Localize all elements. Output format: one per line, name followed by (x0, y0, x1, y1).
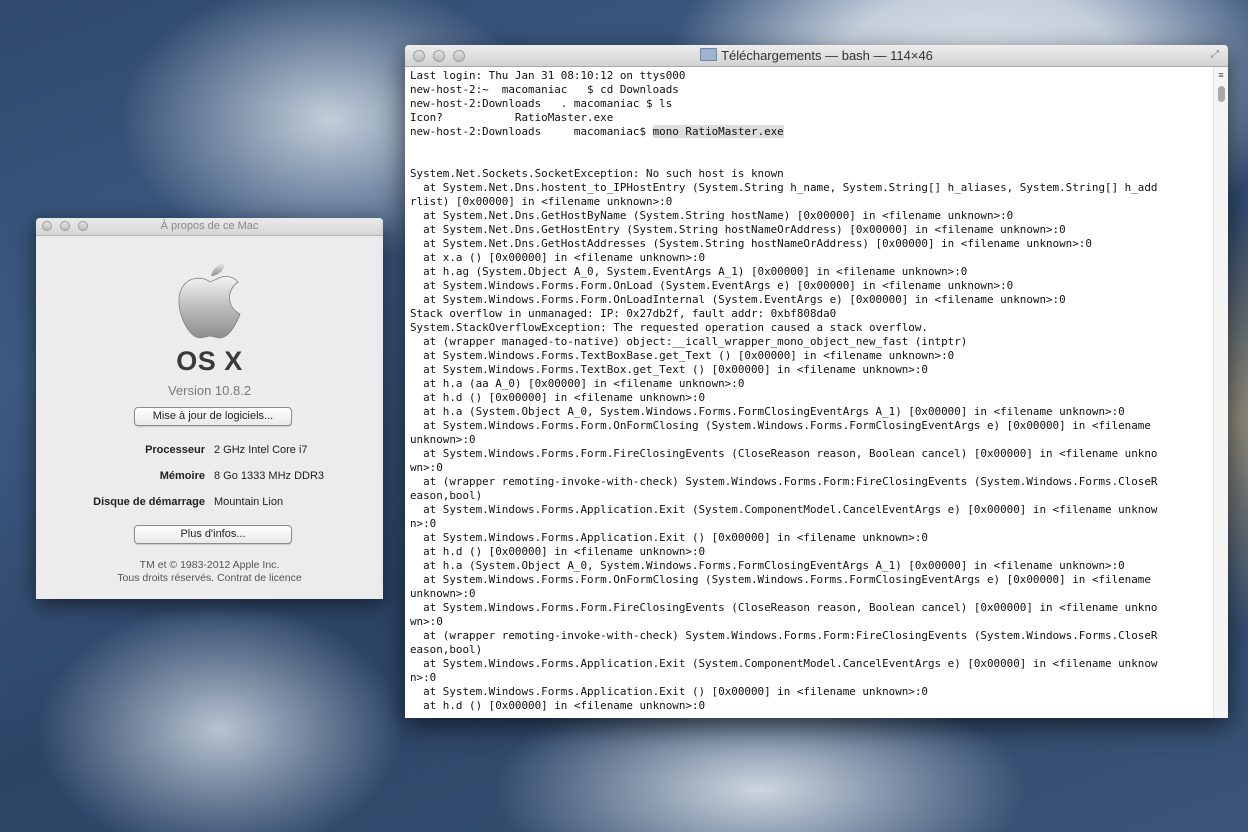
terminal-line: System.StackOverflowException: The reque… (410, 321, 928, 334)
terminal-line: at System.Windows.Forms.Form.OnLoadInter… (410, 293, 1066, 306)
terminal-line: at System.Windows.Forms.Application.Exit… (410, 657, 1158, 670)
about-titlebar[interactable]: À propos de ce Mac (36, 218, 383, 236)
apple-logo-icon (178, 262, 241, 339)
terminal-line: at h.ag (System.Object A_0, System.Event… (410, 265, 968, 278)
software-update-button[interactable]: Mise à jour de logiciels... (134, 407, 292, 426)
terminal-line: unknown>:0 (410, 587, 476, 600)
terminal-line: at System.Windows.Forms.Application.Exit… (410, 531, 928, 544)
terminal-line: at h.a (System.Object A_0, System.Window… (410, 405, 1125, 418)
prompt-lines: Last login: Thu Jan 31 08:10:12 on ttys0… (410, 69, 1210, 125)
terminal-line: Stack overflow in unmanaged: IP: 0x27db2… (410, 307, 837, 320)
spec-value: 8 Go 1333 MHz DDR3 (214, 470, 325, 482)
more-info-button[interactable]: Plus d'infos... (134, 525, 292, 544)
typed-command: mono RatioMaster.exe (652, 125, 784, 138)
terminal-line: new-host-2:~ macomaniac $ cd Downloads (410, 83, 679, 96)
spec-label: Disque de démarrage (93, 496, 205, 508)
terminal-line: at System.Windows.Forms.Application.Exit… (410, 685, 928, 698)
spec-label: Mémoire (159, 470, 205, 482)
terminal-line: eason,bool) (410, 643, 483, 656)
terminal-line: at h.a (System.Object A_0, System.Window… (410, 559, 1125, 572)
terminal-line: at System.Windows.Forms.Application.Exit… (410, 503, 1158, 516)
spec-value: 2 GHz Intel Core i7 (214, 444, 308, 456)
scrollbar-thumb[interactable] (1218, 86, 1225, 102)
terminal-line: at (wrapper remoting-invoke-with-check) … (410, 475, 1158, 488)
terminal-line: System.Net.Sockets.SocketException: No s… (410, 167, 784, 180)
command-line: new-host-2:Downloads macomaniac$ mono Ra… (410, 125, 1210, 139)
terminal-window: Téléchargements — bash — 114×46 ⤢ Last l… (405, 45, 1228, 718)
terminal-line: rlist) [0x00000] in <filename unknown>:0 (410, 195, 673, 208)
about-this-mac-window: À propos de ce Mac OS X Version 10.8.2 M… (36, 218, 383, 599)
terminal-title: Téléchargements — bash — 114×46 (405, 48, 1228, 63)
rights-text: Tous droits réservés. Contrat de licence (117, 572, 302, 584)
spec-label: Processeur (145, 444, 205, 456)
terminal-line: at System.Net.Dns.GetHostEntry (System.S… (410, 223, 1066, 236)
terminal-line: Icon? RatioMaster.exe (410, 111, 614, 124)
vertical-scrollbar[interactable] (1213, 67, 1228, 718)
terminal-line: at System.Windows.Forms.Form.OnFormClosi… (410, 419, 1151, 432)
terminal-line: Last login: Thu Jan 31 08:10:12 on ttys0… (410, 69, 686, 82)
terminal-line: at System.Windows.Forms.Form.OnLoad (Sys… (410, 279, 1014, 292)
terminal-line: at System.Net.Dns.GetHostByName (System.… (410, 209, 1014, 222)
spec-row-processor: Processeur 2 GHz Intel Core i7 (36, 444, 383, 460)
terminal-line: at System.Windows.Forms.Form.FireClosing… (410, 447, 1158, 460)
terminal-line: at System.Windows.Forms.TextBoxBase.get_… (410, 349, 955, 362)
spec-row-startup-disk: Disque de démarrage Mountain Lion (36, 496, 383, 512)
terminal-line: at (wrapper managed-to-native) object:__… (410, 335, 968, 348)
terminal-line: at (wrapper remoting-invoke-with-check) … (410, 629, 1158, 642)
stack-trace-output: System.Net.Sockets.SocketException: No s… (410, 139, 1210, 713)
copyright-text: TM et © 1983-2012 Apple Inc. (139, 559, 280, 571)
terminal-line: at System.Windows.Forms.Form.OnFormClosi… (410, 573, 1151, 586)
terminal-line: eason,bool) (410, 489, 483, 502)
terminal-line: n>:0 (410, 517, 437, 530)
terminal-line: unknown>:0 (410, 433, 476, 446)
terminal-line: at h.d () [0x00000] in <filename unknown… (410, 699, 706, 712)
terminal-line: at h.d () [0x00000] in <filename unknown… (410, 545, 706, 558)
terminal-title-text: Téléchargements — bash — 114×46 (721, 48, 933, 63)
terminal-line: at System.Net.Dns.GetHostAddresses (Syst… (410, 237, 1092, 250)
fullscreen-icon[interactable]: ⤢ (1211, 49, 1222, 60)
spec-row-memory: Mémoire 8 Go 1333 MHz DDR3 (36, 470, 383, 486)
shell-prompt: new-host-2:Downloads macomaniac$ (410, 125, 653, 138)
terminal-line: at System.Windows.Forms.Form.FireClosing… (410, 601, 1158, 614)
terminal-line: at h.d () [0x00000] in <filename unknown… (410, 391, 706, 404)
folder-icon (700, 48, 718, 61)
spec-value: Mountain Lion (214, 496, 284, 508)
terminal-line: at System.Net.Dns.hostent_to_IPHostEntry… (410, 181, 1158, 194)
os-version: Version 10.8.2 (167, 383, 252, 398)
terminal-line: at System.Windows.Forms.TextBox.get_Text… (410, 363, 928, 376)
terminal-line: n>:0 (410, 671, 437, 684)
os-name: OS X (176, 346, 243, 376)
terminal-line: at h.a (aa A_0) [0x00000] in <filename u… (410, 377, 745, 390)
terminal-output[interactable]: Last login: Thu Jan 31 08:10:12 on ttys0… (410, 69, 1210, 717)
split-pane-icon[interactable]: ≡ (1216, 70, 1226, 80)
terminal-line: new-host-2:Downloads . macomaniac $ ls (410, 97, 673, 110)
about-window-title: À propos de ce Mac (160, 220, 259, 232)
terminal-line: wn>:0 (410, 461, 443, 474)
terminal-line: at x.a () [0x00000] in <filename unknown… (410, 251, 706, 264)
terminal-line: wn>:0 (410, 615, 443, 628)
terminal-titlebar[interactable]: Téléchargements — bash — 114×46 ⤢ (405, 45, 1228, 67)
